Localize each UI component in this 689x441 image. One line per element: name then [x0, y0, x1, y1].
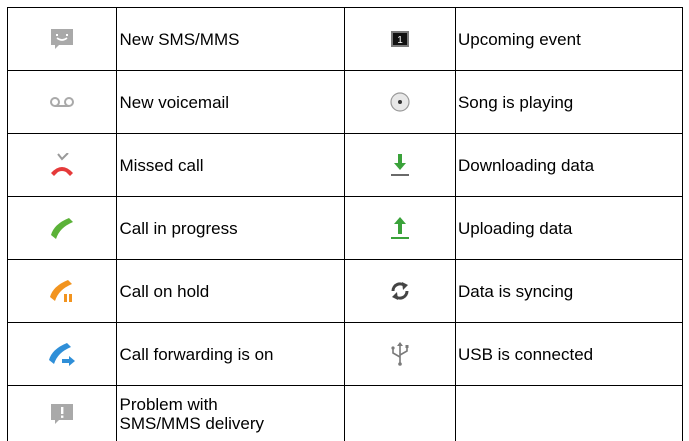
- icon-cell: [344, 133, 456, 197]
- call-on-hold-icon: [49, 278, 75, 304]
- missed-call-icon: [49, 153, 75, 177]
- table-row: New SMS/MMS 1 Upcoming event: [6, 7, 684, 71]
- status-label-line1: Problem with: [119, 394, 218, 414]
- empty-icon-cell: [344, 385, 456, 441]
- status-label: Call on hold: [119, 281, 210, 301]
- status-label: Downloading data: [457, 155, 595, 175]
- status-label: USB is connected: [457, 344, 594, 364]
- status-label: New SMS/MMS: [119, 29, 240, 49]
- voicemail-icon: [50, 96, 75, 108]
- download-icon: [390, 153, 410, 177]
- icon-cell: [6, 385, 118, 441]
- label-cell: New SMS/MMS: [116, 7, 346, 71]
- label-cell: Problem with SMS/MMS delivery: [116, 385, 346, 441]
- status-label: Data is syncing: [457, 281, 574, 301]
- icon-cell: [344, 259, 456, 323]
- label-cell: Missed call: [116, 133, 346, 197]
- call-in-progress-icon: [50, 216, 74, 240]
- label-cell: Call in progress: [116, 196, 346, 260]
- sync-icon: [389, 280, 411, 302]
- empty-label-cell: [454, 385, 684, 441]
- label-cell: USB is connected: [454, 322, 684, 386]
- status-label: Uploading data: [457, 218, 573, 238]
- icon-cell: [344, 322, 456, 386]
- icon-cell: [344, 196, 456, 260]
- status-label: Call forwarding is on: [119, 344, 274, 364]
- icon-cell: [6, 259, 118, 323]
- calendar-badge: 1: [397, 35, 403, 46]
- upload-icon: [390, 216, 410, 240]
- calendar-event-icon: 1: [391, 30, 410, 47]
- label-cell: Data is syncing: [454, 259, 684, 323]
- sms-delivery-problem-icon: [50, 403, 74, 425]
- label-cell: Call on hold: [116, 259, 346, 323]
- icon-cell: [6, 70, 118, 134]
- icon-cell: [344, 70, 456, 134]
- label-cell: New voicemail: [116, 70, 346, 134]
- status-label: Call in progress: [119, 218, 238, 238]
- call-forwarding-icon: [48, 341, 76, 367]
- status-label: Song is playing: [457, 92, 574, 112]
- label-cell: Song is playing: [454, 70, 684, 134]
- icon-cell: [6, 133, 118, 197]
- label-cell: Call forwarding is on: [116, 322, 346, 386]
- usb-icon: [391, 342, 409, 366]
- table-row: New voicemail Song is playing: [6, 70, 684, 134]
- table-row: Missed call Downloading data: [6, 133, 684, 197]
- table-row: Call forwarding is on USB is connected: [6, 322, 684, 386]
- notification-icons-table: New SMS/MMS 1 Upcoming event New voicema…: [6, 7, 684, 441]
- status-label-line2: SMS/MMS delivery: [119, 413, 265, 433]
- sms-mms-icon: [50, 28, 74, 50]
- status-label: Missed call: [119, 155, 204, 175]
- table-row: Call on hold Data is syncing: [6, 259, 684, 323]
- status-label: New voicemail: [119, 92, 230, 112]
- label-cell: Upcoming event: [454, 7, 684, 71]
- icon-cell: [6, 322, 118, 386]
- music-playing-icon: [390, 92, 410, 112]
- table-row: Call in progress Uploading data: [6, 196, 684, 260]
- icon-cell: [6, 7, 118, 71]
- icon-cell: [6, 196, 118, 260]
- status-label: Upcoming event: [457, 29, 581, 49]
- table-row: Problem with SMS/MMS delivery: [6, 385, 684, 441]
- label-cell: Uploading data: [454, 196, 684, 260]
- icon-cell: 1: [344, 7, 456, 71]
- label-cell: Downloading data: [454, 133, 684, 197]
